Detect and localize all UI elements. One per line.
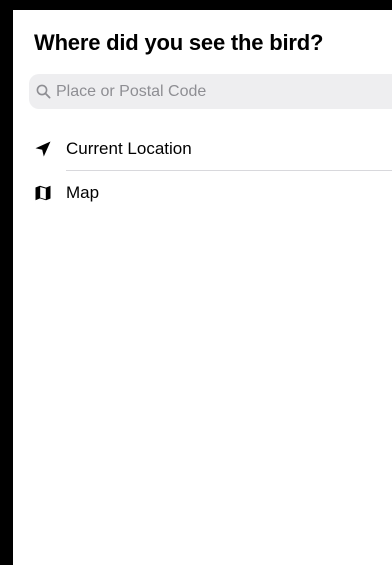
- current-location-label: Current Location: [66, 139, 192, 158]
- map-icon: [33, 183, 53, 203]
- location-arrow-icon: [33, 139, 53, 159]
- search-input[interactable]: [56, 82, 376, 101]
- map-row[interactable]: Map: [29, 171, 392, 215]
- page-title: Where did you see the bird?: [34, 30, 324, 55]
- current-location-row[interactable]: Current Location: [29, 127, 392, 171]
- location-picker-sheet: Where did you see the bird? Current Loca…: [0, 0, 392, 565]
- map-label: Map: [66, 183, 100, 202]
- magnifying-glass-icon: [35, 84, 51, 100]
- search-bar[interactable]: [29, 74, 392, 109]
